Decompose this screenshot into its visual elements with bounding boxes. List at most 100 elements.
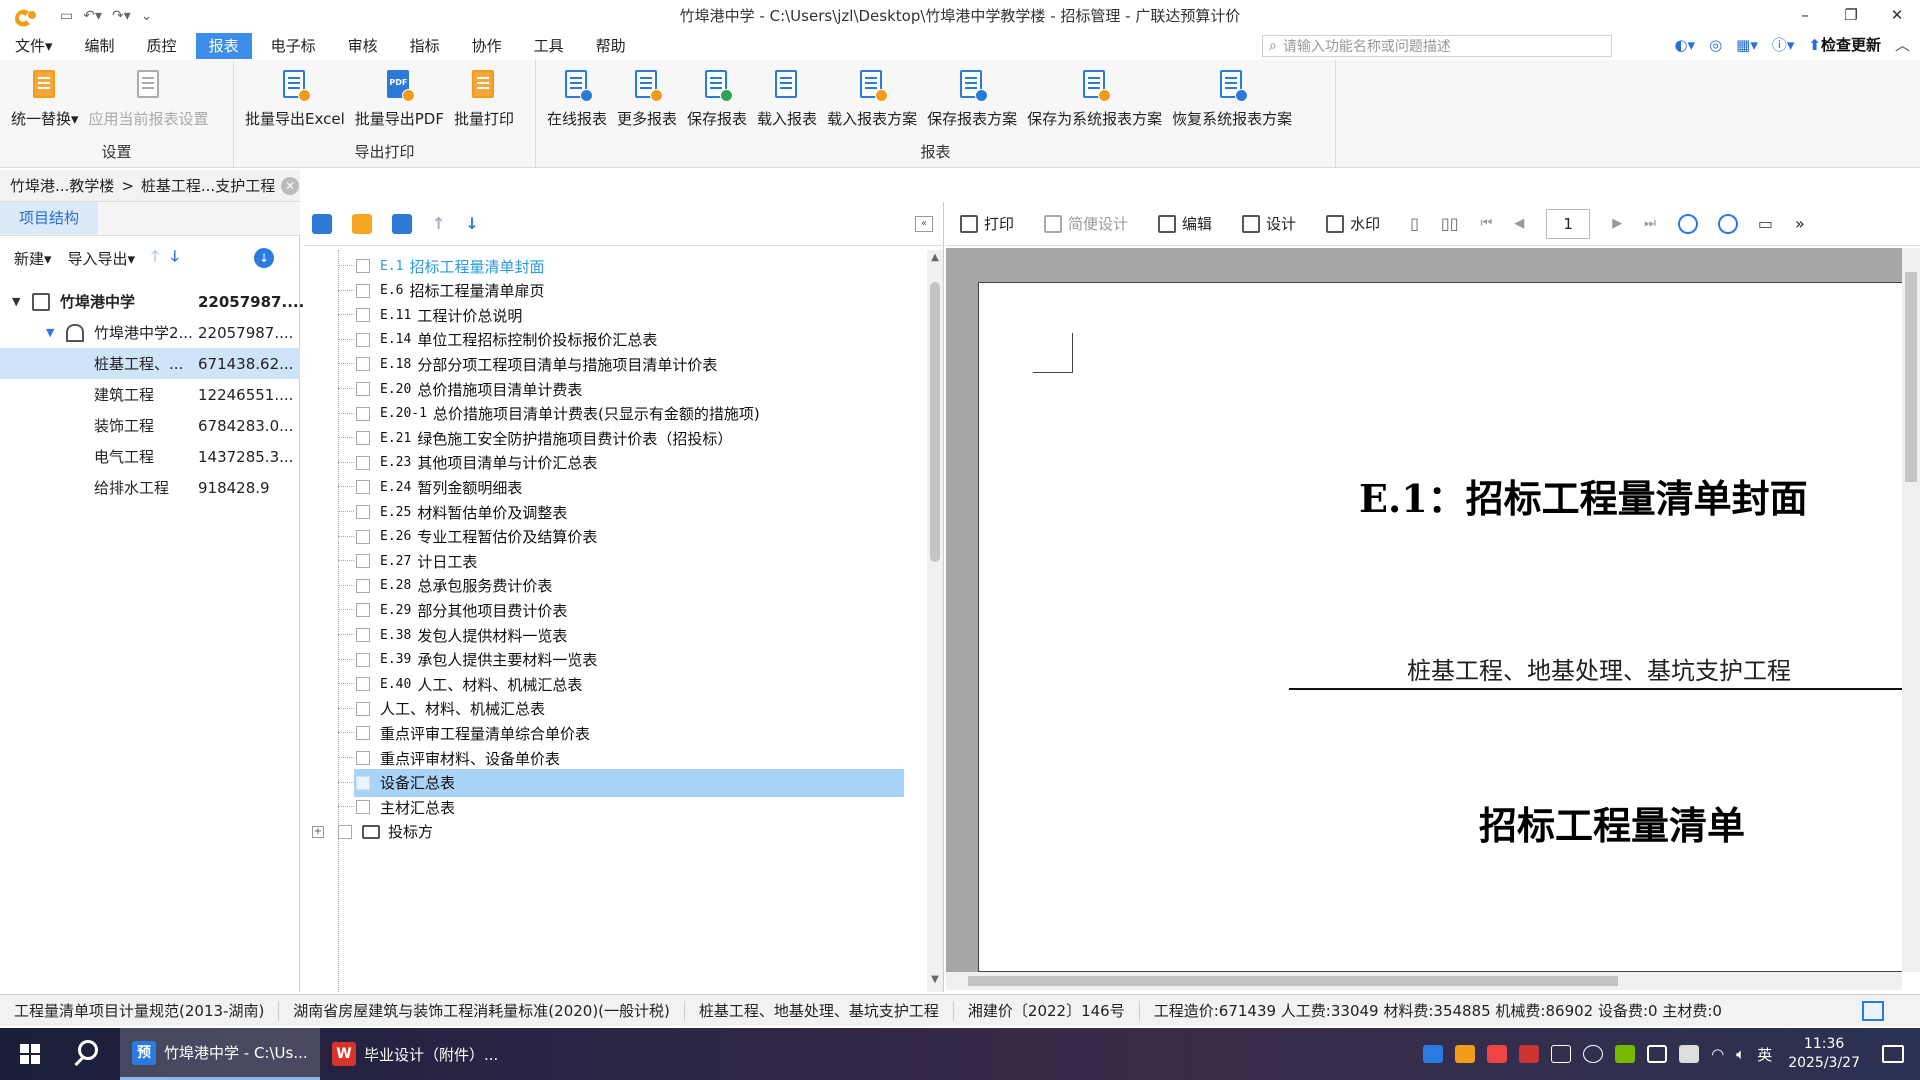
tree-node-unit-pile[interactable]: 桩基工程、... 671438.62... — [0, 348, 300, 379]
report-checkbox[interactable] — [356, 529, 370, 544]
clock[interactable]: 11:36 2025/3/27 — [1788, 1035, 1860, 1073]
menu-file[interactable]: 文件▾ — [2, 33, 66, 59]
scroll-thumb[interactable] — [1905, 272, 1917, 482]
menu-review[interactable]: 审核 — [335, 33, 391, 59]
taskbar-search-button[interactable] — [60, 1028, 120, 1080]
new-button[interactable]: 新建▾ — [14, 248, 52, 269]
battery-icon[interactable] — [1679, 1045, 1700, 1063]
add-report-icon[interactable] — [312, 213, 332, 234]
edit-button[interactable]: 编辑 — [1158, 213, 1212, 234]
single-page-icon[interactable]: ▯ — [1410, 214, 1419, 233]
report-checkbox[interactable] — [356, 628, 370, 642]
print-button[interactable]: 打印 — [960, 213, 1014, 234]
tray-at-icon[interactable] — [1583, 1045, 1604, 1063]
collapse-ribbon-icon[interactable]: ︿ — [1895, 34, 1910, 55]
function-search-input[interactable]: ⌕ 请输入功能名称或问题描述 — [1262, 35, 1612, 57]
tray-glodon-icon[interactable] — [1455, 1045, 1476, 1063]
next-page-icon[interactable]: ▶ — [1612, 216, 1622, 231]
download-icon[interactable]: ↓ — [254, 248, 274, 268]
expand-caret-icon[interactable]: ▼ — [46, 326, 54, 339]
tray-wps-icon[interactable] — [1519, 1045, 1540, 1063]
tree-node-single-project[interactable]: ▼ 竹埠港中学2... 22057987.... — [0, 317, 300, 348]
report-checkbox[interactable] — [356, 308, 370, 323]
delete-icon[interactable] — [392, 213, 412, 234]
zoom-in-icon[interactable] — [1677, 213, 1698, 234]
report-checkbox[interactable] — [356, 554, 370, 569]
watermark-button[interactable]: 水印 — [1326, 213, 1380, 234]
redo-icon[interactable]: ↷▾ — [112, 8, 131, 24]
check-update-button[interactable]: ⬆检查更新 — [1808, 34, 1881, 55]
tree-node-unit-decoration[interactable]: 装饰工程 6784283.0... — [0, 410, 300, 441]
move-up-icon[interactable]: 🡑 — [151, 246, 159, 271]
zoom-out-icon[interactable] — [1717, 213, 1738, 234]
report-checkbox[interactable] — [356, 701, 370, 716]
design-button[interactable]: 设计 — [1242, 213, 1296, 234]
report-checkbox[interactable] — [356, 332, 370, 347]
preview-horizontal-scrollbar[interactable] — [946, 972, 1902, 990]
customize-quick-access-icon[interactable]: ⌄ — [141, 8, 153, 24]
expand-plus-icon[interactable]: + — [312, 825, 324, 838]
menu-indicators[interactable]: 指标 — [397, 33, 453, 59]
service-icon[interactable]: ◎ — [1709, 36, 1722, 54]
report-checkbox[interactable] — [356, 726, 370, 741]
notification-icon[interactable] — [1882, 1045, 1904, 1063]
taskbar-app-glodon[interactable]: 预 竹埠港中学 - C:\Us... — [120, 1028, 320, 1080]
expand-caret-icon[interactable]: ▼ — [12, 295, 20, 308]
ime-indicator[interactable]: 英 — [1757, 1044, 1772, 1065]
fit-page-icon[interactable]: ▭ — [1758, 214, 1773, 233]
breadcrumb-unit[interactable]: 桩基工程...支护工程 — [141, 175, 275, 196]
scroll-thumb[interactable] — [930, 282, 940, 562]
menu-quality[interactable]: 质控 — [134, 33, 190, 59]
first-page-icon[interactable]: ⏮ — [1481, 216, 1493, 231]
report-checkbox[interactable] — [356, 431, 370, 446]
import-export-button[interactable]: 导入导出▾ — [68, 248, 136, 269]
report-checkbox[interactable] — [356, 775, 370, 790]
report-list-scrollbar[interactable]: ▲ ▼ — [927, 250, 943, 992]
move-down-icon[interactable]: ↓ — [465, 214, 478, 233]
minimize-button[interactable]: – — [1782, 0, 1828, 32]
tree-node-unit-plumbing[interactable]: 给排水工程 918428.9 — [0, 472, 300, 503]
report-checkbox[interactable] — [356, 259, 370, 273]
close-breadcrumb-icon[interactable]: ✕ — [281, 176, 300, 195]
volume-icon[interactable]: 🔈︎ — [1736, 1045, 1745, 1063]
status-layout-icon[interactable] — [1862, 1001, 1884, 1021]
menu-compile[interactable]: 编制 — [72, 33, 128, 59]
add-folder-icon[interactable] — [352, 213, 372, 234]
move-up-icon[interactable]: ↑ — [432, 214, 445, 233]
tray-input-icon[interactable] — [1551, 1045, 1572, 1063]
report-checkbox[interactable] — [356, 406, 370, 421]
page-number-input[interactable]: 1 — [1546, 208, 1591, 239]
tree-node-unit-electrical[interactable]: 电气工程 1437285.3... — [0, 441, 300, 472]
save-icon[interactable]: ▭ — [60, 8, 73, 24]
collapse-panel-icon[interactable]: « — [915, 216, 933, 232]
tree-node-project[interactable]: ▼ 竹埠港中学 22057987.... — [0, 286, 304, 317]
report-checkbox[interactable] — [356, 652, 370, 667]
undo-icon[interactable]: ↶▾ — [83, 8, 102, 24]
report-checkbox[interactable] — [356, 505, 370, 519]
report-checkbox[interactable] — [356, 283, 370, 298]
tray-nvidia-icon[interactable] — [1615, 1045, 1636, 1063]
scroll-up-icon[interactable]: ▲ — [927, 252, 943, 268]
report-checkbox[interactable] — [356, 455, 370, 470]
prev-page-icon[interactable]: ◀ — [1514, 216, 1524, 231]
tree-node-unit-building[interactable]: 建筑工程 12246551.... — [0, 379, 300, 410]
scroll-thumb[interactable] — [968, 976, 1618, 986]
report-checkbox[interactable] — [356, 578, 370, 593]
report-checkbox[interactable] — [356, 480, 370, 495]
tray-security-icon[interactable] — [1647, 1045, 1668, 1063]
menu-e-bid[interactable]: 电子标 — [258, 33, 329, 59]
report-checkbox[interactable] — [356, 677, 370, 692]
tray-app-icon[interactable] — [1487, 1045, 1508, 1063]
wifi-icon[interactable]: ◠ — [1711, 1045, 1724, 1063]
more-tools-icon[interactable]: » — [1795, 214, 1805, 233]
info-icon[interactable]: ⓘ▾ — [1772, 34, 1795, 55]
close-button[interactable]: ✕ — [1874, 0, 1920, 32]
double-page-icon[interactable]: ▯▯ — [1441, 214, 1459, 233]
report-checkbox[interactable] — [338, 824, 352, 839]
report-group-bidder[interactable]: + 投标方 — [312, 818, 433, 846]
preview-vertical-scrollbar[interactable] — [1902, 248, 1920, 972]
report-checkbox[interactable] — [356, 357, 370, 372]
last-page-icon[interactable]: ⏭ — [1644, 216, 1656, 231]
tab-project-structure[interactable]: 项目结构 — [0, 202, 98, 234]
taskbar-app-wps[interactable]: W 毕业设计（附件）... — [320, 1028, 520, 1080]
